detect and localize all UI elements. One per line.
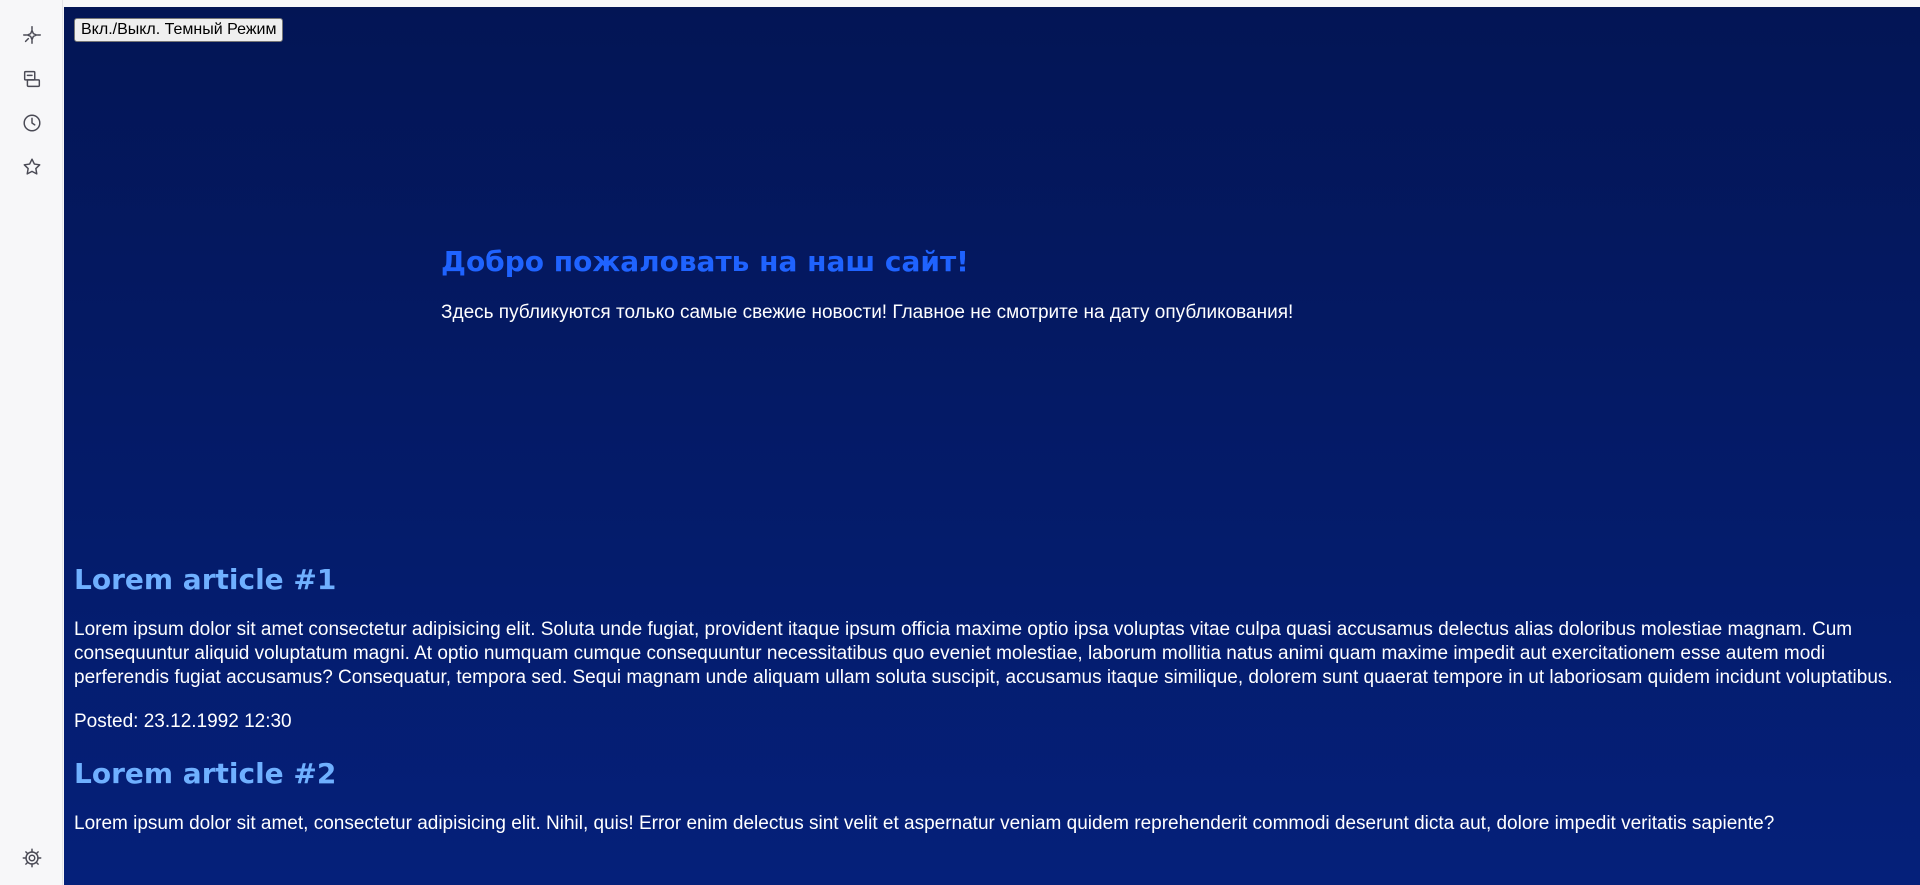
history-icon[interactable]	[18, 109, 46, 137]
hero-subtitle: Здесь публикуются только самые свежие но…	[441, 302, 1294, 323]
browser-sidebar	[0, 0, 63, 885]
favorites-star-icon[interactable]	[18, 153, 46, 181]
articles-list: Lorem article #1 Lorem ipsum dolor sit a…	[74, 562, 1910, 836]
article: Lorem article #2 Lorem ipsum dolor sit a…	[74, 756, 1910, 836]
web-page: Вкл./Выкл. Темный Режим Добро пожаловать…	[64, 7, 1920, 885]
hero-title: Добро пожаловать на наш сайт!	[441, 245, 969, 278]
dark-mode-toggle-button[interactable]: Вкл./Выкл. Темный Режим	[74, 18, 284, 42]
article-title: Lorem article #1	[74, 563, 337, 596]
hero-section: Добро пожаловать на наш сайт! Здесь публ…	[441, 245, 1741, 325]
article-body: Lorem ipsum dolor sit amet, consectetur …	[74, 813, 1775, 834]
article: Lorem article #1 Lorem ipsum dolor sit a…	[74, 562, 1910, 734]
sparkle-icon[interactable]	[18, 21, 46, 49]
gear-icon[interactable]	[18, 844, 46, 872]
article-posted-date: Posted: 23.12.1992 12:30	[74, 711, 292, 732]
collections-icon[interactable]	[18, 65, 46, 93]
article-title: Lorem article #2	[74, 757, 337, 790]
article-body: Lorem ipsum dolor sit amet consectetur a…	[74, 619, 1893, 688]
